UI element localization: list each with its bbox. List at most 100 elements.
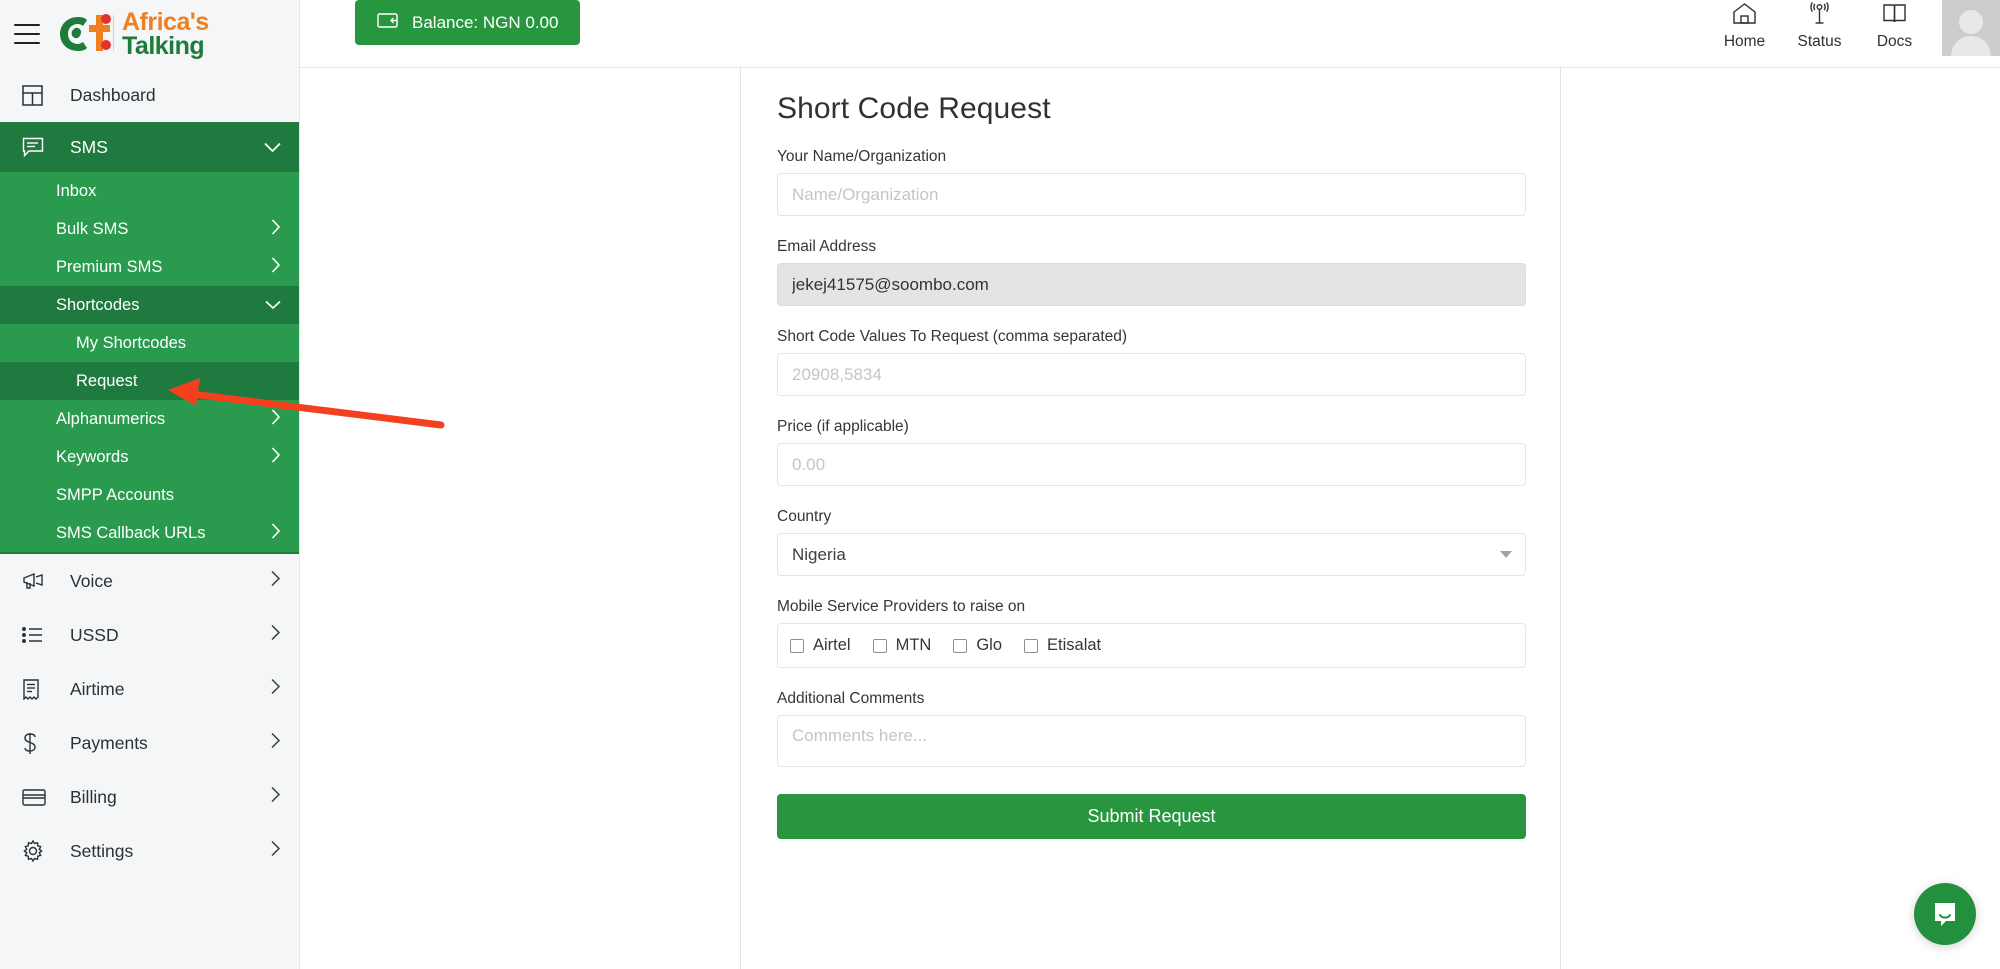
sidebar-item-sms-callback-urls[interactable]: SMS Callback URLs <box>0 514 299 552</box>
checkbox-box-icon[interactable] <box>953 639 967 653</box>
sidebar-item-label: Premium SMS <box>56 258 271 277</box>
chat-launcher-button[interactable] <box>1914 883 1976 945</box>
chevron-right-icon <box>271 219 281 240</box>
avatar-head <box>1959 10 1983 34</box>
sidebar-item-label: Request <box>76 372 137 391</box>
country-select[interactable]: Nigeria <box>777 533 1526 576</box>
sidebar-item-label: Voice <box>70 571 270 592</box>
sidebar-item-dashboard[interactable]: Dashboard <box>0 68 299 122</box>
chevron-right-icon <box>271 257 281 278</box>
sidebar-item-keywords[interactable]: Keywords <box>0 438 299 476</box>
chevron-right-icon <box>270 786 281 808</box>
speech-bubble-icon <box>22 137 52 158</box>
price-input[interactable] <box>777 443 1526 486</box>
sidebar-item-shortcodes[interactable]: Shortcodes <box>0 286 299 324</box>
africas-talking-logo-icon <box>58 13 116 55</box>
sidebar-item-bulk-sms[interactable]: Bulk SMS <box>0 210 299 248</box>
country-selected-value: Nigeria <box>792 545 846 565</box>
sidebar-item-ussd[interactable]: USSD <box>0 608 299 662</box>
top-link-status[interactable]: Status <box>1782 0 1857 51</box>
dropdown-caret-icon[interactable] <box>1500 551 1512 558</box>
country-select-wrap: Nigeria <box>777 533 1526 576</box>
list-icon <box>22 626 52 644</box>
checkbox-label: MTN <box>896 636 932 655</box>
field-label: Short Code Values To Request (comma sepa… <box>777 328 1524 346</box>
providers-checkbox-group: Airtel MTN Glo Etisalat <box>777 623 1526 668</box>
dashboard-grid-icon <box>22 85 52 106</box>
sidebar-item-settings[interactable]: Settings <box>0 824 299 878</box>
checkbox-mtn[interactable]: MTN <box>873 636 932 655</box>
top-link-label: Home <box>1724 33 1765 51</box>
avatar[interactable] <box>1942 0 2000 56</box>
sidebar-item-voice[interactable]: Voice <box>0 554 299 608</box>
hamburger-menu-icon[interactable] <box>14 24 40 44</box>
chevron-right-icon <box>270 570 281 592</box>
dollar-icon <box>22 732 52 755</box>
field-label: Price (if applicable) <box>777 418 1524 436</box>
top-link-docs[interactable]: Docs <box>1857 0 1932 51</box>
checkbox-etisalat[interactable]: Etisalat <box>1024 636 1101 655</box>
top-link-home[interactable]: Home <box>1707 0 1782 51</box>
field-label: Country <box>777 508 1524 526</box>
brand-line1: Africa's <box>122 10 209 34</box>
chevron-right-icon <box>271 523 281 544</box>
field-price: Price (if applicable) <box>777 418 1524 486</box>
sidebar-item-label: Settings <box>70 841 270 862</box>
sidebar-item-smpp-accounts[interactable]: SMPP Accounts <box>0 476 299 514</box>
checkbox-label: Etisalat <box>1047 636 1101 655</box>
sidebar-item-request[interactable]: Request <box>0 362 299 400</box>
field-label: Additional Comments <box>777 690 1524 708</box>
sms-submenu: Inbox Bulk SMS Premium SMS Shortcodes <box>0 172 299 554</box>
sidebar-item-inbox[interactable]: Inbox <box>0 172 299 210</box>
sidebar-item-label: Shortcodes <box>56 296 265 315</box>
checkbox-label: Airtel <box>813 636 851 655</box>
chevron-right-icon <box>271 447 281 468</box>
chevron-right-icon <box>270 732 281 754</box>
sidebar-item-alphanumerics[interactable]: Alphanumerics <box>0 400 299 438</box>
sidebar-item-premium-sms[interactable]: Premium SMS <box>0 248 299 286</box>
checkbox-label: Glo <box>976 636 1002 655</box>
chevron-right-icon <box>270 678 281 700</box>
receipt-icon <box>22 679 52 700</box>
sidebar-item-sms[interactable]: SMS <box>0 122 299 172</box>
sidebar-item-billing[interactable]: Billing <box>0 770 299 824</box>
top-nav-links: Home Status <box>1707 0 2000 60</box>
checkbox-box-icon[interactable] <box>790 639 804 653</box>
checkbox-airtel[interactable]: Airtel <box>790 636 851 655</box>
field-email: Email Address <box>777 238 1524 306</box>
field-label: Your Name/Organization <box>777 148 1524 166</box>
signal-tower-icon <box>1807 2 1832 30</box>
email-field[interactable] <box>777 263 1526 306</box>
shortcode-values-input[interactable] <box>777 353 1526 396</box>
chevron-right-icon <box>271 409 281 430</box>
sidebar-item-label: SMPP Accounts <box>56 486 281 505</box>
chevron-right-icon <box>270 624 281 646</box>
short-code-request-card: Short Code Request Your Name/Organizatio… <box>740 68 1561 969</box>
sidebar-item-payments[interactable]: Payments <box>0 716 299 770</box>
submit-request-button[interactable]: Submit Request <box>777 794 1526 839</box>
credit-card-icon <box>22 789 52 806</box>
book-icon <box>1882 2 1907 30</box>
balance-label: Balance: NGN 0.00 <box>412 13 558 33</box>
checkbox-box-icon[interactable] <box>873 639 887 653</box>
sidebar-item-airtime[interactable]: Airtime <box>0 662 299 716</box>
chevron-down-icon <box>264 137 281 158</box>
top-link-label: Docs <box>1877 33 1912 51</box>
wallet-icon <box>377 12 398 34</box>
sidebar-item-label: SMS <box>70 137 264 158</box>
field-label: Mobile Service Providers to raise on <box>777 598 1524 616</box>
megaphone-icon <box>22 572 52 590</box>
brand-logo[interactable]: Africa's Talking <box>58 10 209 59</box>
home-icon <box>1732 2 1757 30</box>
sidebar-item-label: Dashboard <box>70 85 281 106</box>
sidebar: Africa's Talking Dashboard SMS <box>0 0 300 969</box>
sidebar-item-my-shortcodes[interactable]: My Shortcodes <box>0 324 299 362</box>
sidebar-item-label: Airtime <box>70 679 270 700</box>
comments-textarea[interactable] <box>777 715 1526 767</box>
balance-button[interactable]: Balance: NGN 0.00 <box>355 0 580 45</box>
checkbox-glo[interactable]: Glo <box>953 636 1002 655</box>
checkbox-box-icon[interactable] <box>1024 639 1038 653</box>
name-input[interactable] <box>777 173 1526 216</box>
sidebar-item-label: SMS Callback URLs <box>56 524 271 543</box>
sidebar-item-label: My Shortcodes <box>76 334 186 353</box>
